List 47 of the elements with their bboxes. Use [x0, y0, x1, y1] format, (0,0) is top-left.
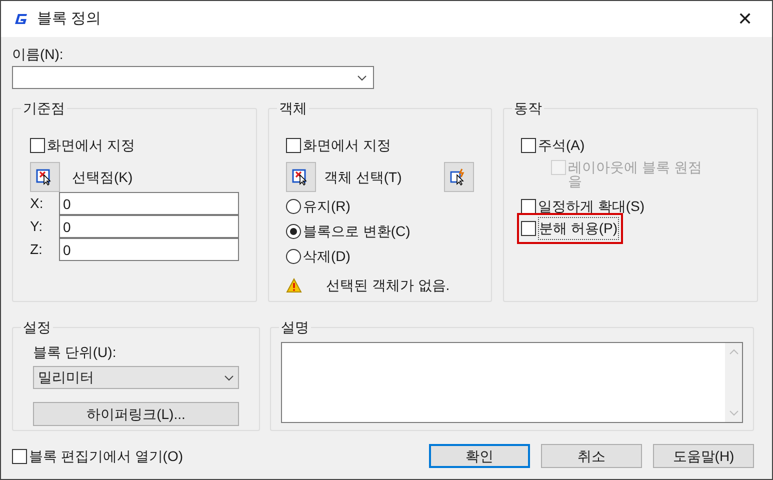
button-label: 객체 선택(T)	[324, 168, 403, 187]
coordinate-label: Z:	[30, 240, 44, 259]
select-objects-button[interactable]	[286, 162, 316, 192]
unit-dropdown[interactable]: 밀리미터	[33, 366, 239, 389]
warning-icon	[286, 278, 302, 293]
chevron-down-icon	[224, 374, 234, 380]
field-label: 이름(N):	[12, 45, 64, 63]
coordinate-field[interactable]: 0	[59, 238, 239, 261]
dialog-button[interactable]: 취소	[541, 444, 642, 468]
radio-label: 삭제(D)	[303, 247, 350, 266]
radio-button[interactable]	[286, 249, 301, 264]
coordinate-label: Y:	[30, 217, 44, 236]
dialog-button[interactable]: 도움말(H)	[653, 444, 754, 468]
window-title: 블록 정의	[37, 8, 102, 29]
checkbox[interactable]	[521, 138, 536, 153]
checkbox-label: 일정하게 확대(S)	[538, 197, 645, 216]
coordinate-field[interactable]: 0	[59, 192, 239, 215]
pick-point-button[interactable]	[30, 162, 60, 192]
coordinate-label: X:	[30, 194, 44, 213]
checkbox-label: 블록 편집기에서 열기(O)	[29, 446, 183, 466]
radio-button[interactable]	[286, 224, 301, 239]
quick-select-button[interactable]	[444, 162, 474, 192]
pick-cursor-icon	[292, 168, 310, 186]
logo-icon	[13, 11, 29, 27]
warning-text: 선택된 객체가 없음.	[326, 276, 450, 295]
coordinate-field[interactable]: 0	[59, 215, 239, 238]
checkbox[interactable]	[12, 448, 27, 464]
chevron-down-icon	[357, 74, 367, 80]
checkbox-label: 주석(A)	[538, 136, 585, 155]
checkbox-label: 분해 허용(P)	[538, 217, 619, 240]
checkbox[interactable]	[521, 199, 536, 214]
hyperlink-button[interactable]: 하이퍼링크(L)...	[33, 402, 239, 426]
pick-cursor-icon	[36, 168, 54, 186]
checkbox[interactable]	[30, 138, 45, 153]
radio-label: 블록으로 변환(C)	[303, 222, 410, 241]
radio-label: 유지(R)	[303, 197, 350, 216]
checkbox-label: 레이아웃에 블록 원점을	[568, 160, 703, 188]
button-label: 선택점(K)	[72, 168, 133, 187]
dialog-button[interactable]: 확인	[429, 444, 530, 468]
checkbox-label: 화면에서 지정	[47, 136, 135, 155]
radio-button[interactable]	[286, 199, 301, 214]
close-button[interactable]: ✕	[730, 6, 760, 32]
checkbox[interactable]	[521, 221, 536, 236]
field-label: 블록 단위(U):	[33, 343, 118, 362]
name-combo[interactable]	[12, 66, 374, 89]
checkbox-label: 화면에서 지정	[303, 136, 391, 155]
checkbox[interactable]	[286, 138, 301, 153]
